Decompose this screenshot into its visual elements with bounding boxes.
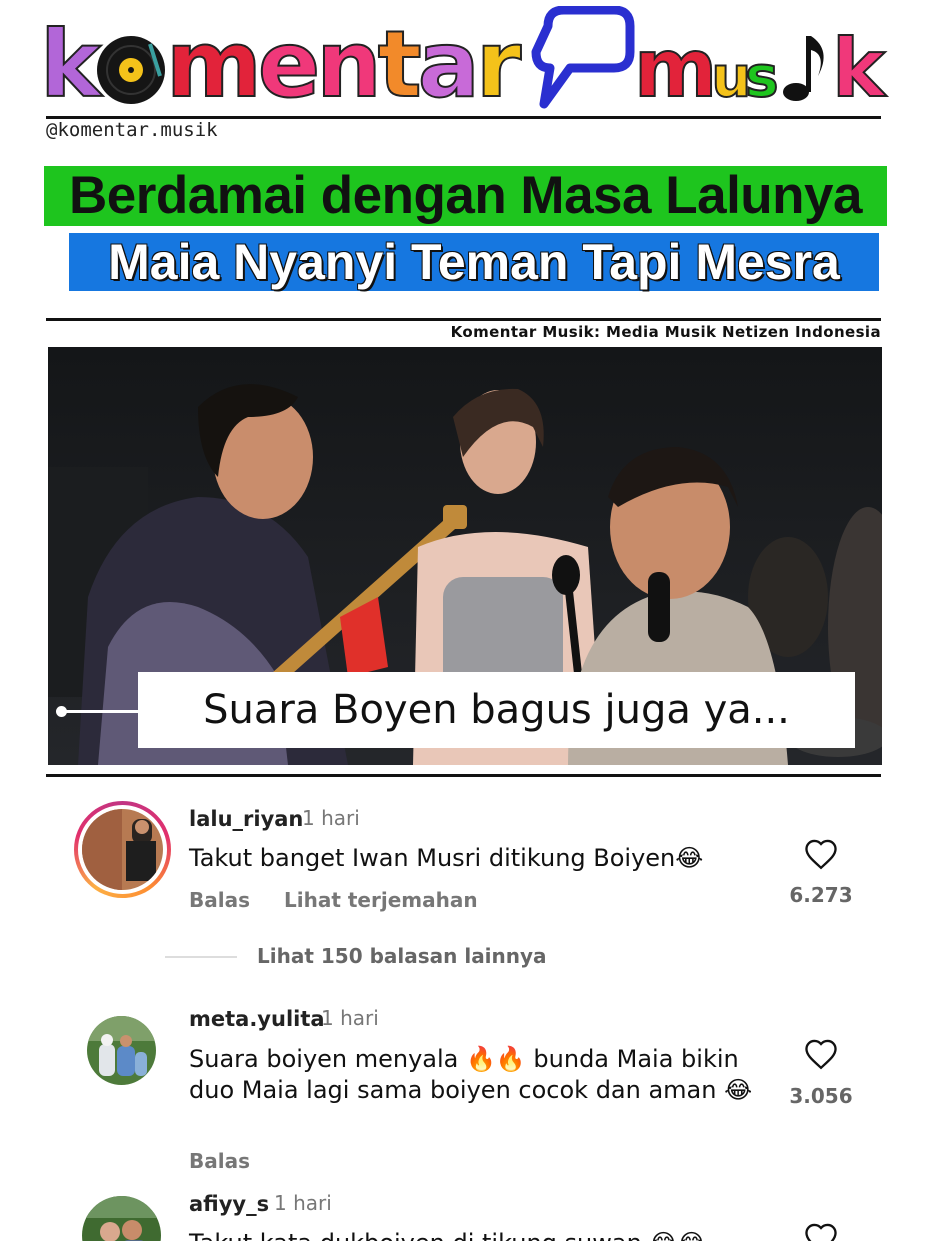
heart-icon[interactable] [803, 1038, 839, 1070]
vinyl-record-icon [97, 36, 165, 104]
replies-divider [165, 956, 237, 958]
komentar-musik-logo: k mentar mus k [39, 5, 890, 119]
avatar[interactable] [82, 809, 163, 890]
divider-top [46, 318, 881, 321]
avatar-image [82, 1196, 161, 1241]
avatar[interactable] [87, 1016, 156, 1085]
svg-text:mus: mus [634, 22, 776, 110]
comment-time: 1 hari [321, 1006, 379, 1030]
avatar-image [82, 809, 163, 890]
comment-time: 1 hari [274, 1191, 332, 1215]
like-count: 6.273 [789, 883, 853, 907]
video-caption: Suara Boyen bagus juga ya... [138, 672, 855, 748]
speech-bubble-icon [531, 5, 635, 109]
headline-line-2: Maia Nyanyi Teman Tapi Mesra [69, 233, 879, 291]
heart-icon[interactable] [803, 1222, 839, 1241]
comment-text: Takut banget Iwan Musri ditikung Boiyen😂 [189, 844, 704, 872]
comment-text: Takut kata dukboiyen di tikung suwan 😂😂 [189, 1228, 769, 1241]
view-more-replies-button[interactable]: Lihat 150 balasan lainnya [257, 944, 547, 968]
reply-button[interactable]: Balas [189, 1149, 250, 1173]
like-count: 3.056 [789, 1084, 853, 1108]
see-translation-button[interactable]: Lihat terjemahan [284, 888, 478, 912]
svg-text:k: k [40, 11, 103, 110]
account-handle: @komentar.musik [46, 119, 218, 141]
video-progress-handle[interactable] [56, 706, 67, 717]
heart-icon[interactable] [803, 838, 839, 870]
music-note-icon [783, 36, 824, 101]
divider-bottom [46, 774, 881, 777]
comment-time: 1 hari [302, 806, 360, 830]
svg-text:k: k [832, 22, 887, 110]
video-progress-bar[interactable] [60, 710, 140, 713]
comment-username[interactable]: lalu_riyan [189, 807, 303, 831]
comment-text: Suara boiyen menyala 🔥🔥 bunda Maia bikin… [189, 1045, 753, 1104]
comment-username[interactable]: meta.yulita [189, 1007, 325, 1031]
comment-username[interactable]: afiyy_s [189, 1192, 269, 1216]
reply-button[interactable]: Balas [189, 888, 250, 912]
avatar[interactable] [82, 1196, 161, 1241]
avatar-image [87, 1016, 156, 1085]
headline-line-1: Berdamai dengan Masa Lalunya [44, 166, 887, 226]
logo-graphic: k mentar mus k [39, 5, 888, 119]
tagline: Komentar Musik: Media Musik Netizen Indo… [450, 323, 881, 341]
svg-text:mentar: mentar [166, 11, 522, 110]
